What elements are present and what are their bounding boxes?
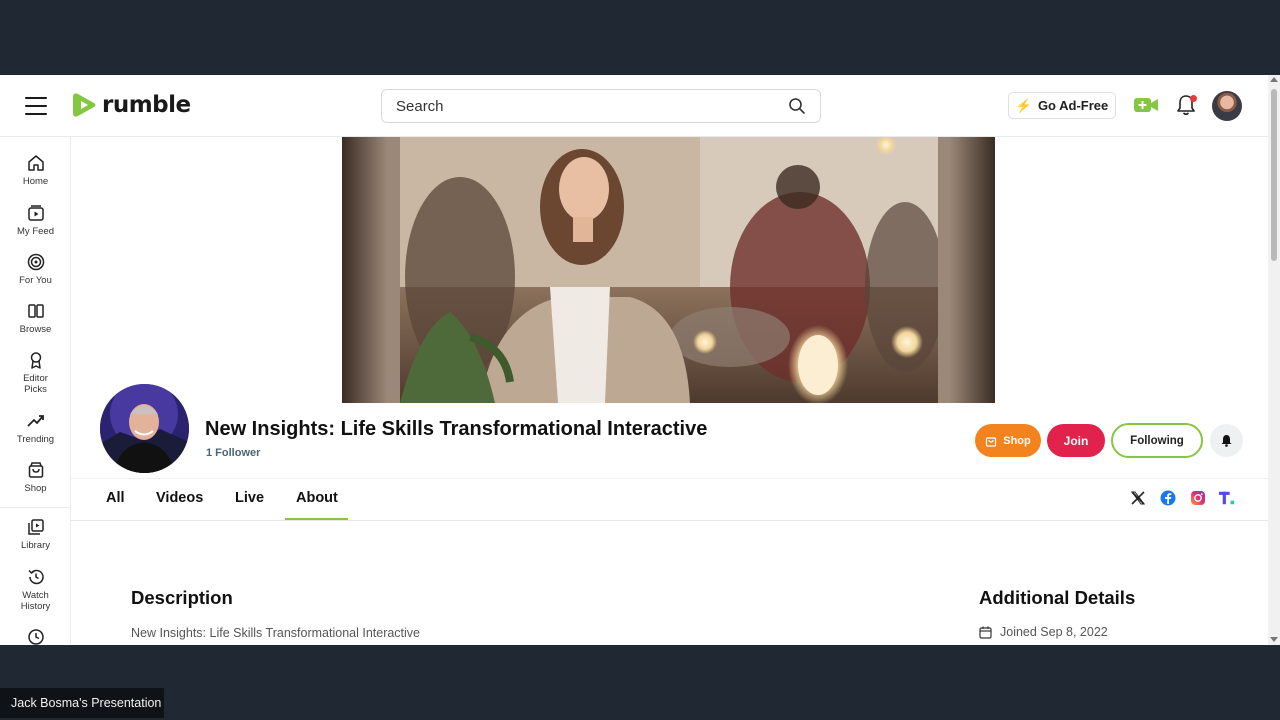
sidebar-item-editor-picks[interactable]: Editor Picks <box>0 351 71 395</box>
joined-date: Joined Sep 8, 2022 <box>979 625 1108 639</box>
shop-icon <box>28 462 43 478</box>
x-icon[interactable] <box>1130 490 1146 506</box>
sidebar-divider <box>0 507 71 508</box>
history-icon <box>27 569 44 585</box>
tab-about[interactable]: About <box>296 490 338 506</box>
sidebar-item-watch-later[interactable] <box>0 628 71 645</box>
sidebar-item-label: Trending <box>16 434 55 445</box>
go-ad-free-button[interactable]: ⚡ Go Ad-Free <box>1008 92 1116 119</box>
sidebar-item-trending[interactable]: Trending <box>0 412 71 445</box>
clock-icon <box>27 629 44 645</box>
tabs-divider-top <box>71 478 1268 479</box>
sidebar: Home My Feed For You Browse Editor Picks… <box>0 137 71 645</box>
description-heading: Description <box>131 587 233 608</box>
joined-text: Joined Sep 8, 2022 <box>1000 625 1108 639</box>
bolt-icon: ⚡ <box>1015 97 1032 113</box>
sidebar-item-library[interactable]: Library <box>0 518 71 551</box>
ribbon-icon <box>30 352 41 369</box>
page-scrollbar[interactable] <box>1268 75 1280 645</box>
shop-button-label: Shop <box>1003 434 1031 447</box>
sidebar-item-label: Browse <box>19 324 52 335</box>
scroll-down-arrow-icon[interactable] <box>1270 637 1278 642</box>
sidebar-item-label: Watch History <box>20 590 51 612</box>
browse-icon <box>27 304 44 318</box>
sidebar-item-watch-history[interactable]: Watch History <box>0 568 71 612</box>
sidebar-item-browse[interactable]: Browse <box>0 302 71 335</box>
browser-window: rumble Search ⚡ Go Ad-Free Home My Feed … <box>0 75 1280 645</box>
scroll-up-arrow-icon[interactable] <box>1270 77 1278 82</box>
scrollbar-thumb[interactable] <box>1271 89 1277 261</box>
rumble-logo[interactable]: rumble <box>70 91 191 119</box>
sidebar-item-label: My Feed <box>17 226 54 237</box>
channel-avatar-image <box>100 384 189 473</box>
channel-title: New Insights: Life Skills Transformation… <box>205 418 708 440</box>
top-navigation-bar: rumble Search ⚡ Go Ad-Free <box>0 75 1268 137</box>
join-button[interactable]: Join <box>1047 424 1105 457</box>
go-ad-free-label: Go Ad-Free <box>1037 98 1109 113</box>
sidebar-item-label: Home <box>22 176 49 187</box>
facebook-icon[interactable] <box>1160 490 1176 506</box>
presenter-name-tag: Jack Bosma's Presentation <box>0 688 164 718</box>
sidebar-item-label: Shop <box>24 483 47 494</box>
upload-video-icon[interactable] <box>1133 95 1159 115</box>
additional-details-heading: Additional Details <box>979 587 1136 608</box>
library-icon <box>27 519 44 535</box>
search-icon[interactable] <box>788 97 806 115</box>
bell-icon <box>1221 435 1232 447</box>
tab-live[interactable]: Live <box>235 490 264 506</box>
sidebar-item-label: Library <box>20 540 51 551</box>
notification-badge <box>1190 95 1197 102</box>
search-bar[interactable]: Search <box>381 89 821 123</box>
shop-button[interactable]: Shop <box>975 424 1041 457</box>
tabs-divider-bottom <box>71 520 1268 521</box>
banner-image <box>400 137 938 403</box>
target-icon <box>27 253 44 271</box>
channel-banner <box>342 137 995 403</box>
truth-social-icon[interactable] <box>1219 490 1235 506</box>
sidebar-item-my-feed[interactable]: My Feed <box>0 204 71 237</box>
follower-count: 1 Follower <box>206 447 261 459</box>
description-text: New Insights: Life Skills Transformation… <box>131 626 421 640</box>
instagram-icon[interactable] <box>1190 490 1206 506</box>
tab-videos[interactable]: Videos <box>156 490 203 506</box>
feed-icon <box>27 205 44 221</box>
logo-text: rumble <box>102 92 191 118</box>
sidebar-item-home[interactable]: Home <box>0 154 71 187</box>
banner-photo-illustration <box>400 137 938 403</box>
channel-avatar[interactable] <box>100 384 189 473</box>
channel-notification-button[interactable] <box>1210 424 1243 457</box>
hamburger-menu-icon[interactable] <box>25 97 47 115</box>
sidebar-item-shop[interactable]: Shop <box>0 461 71 494</box>
shop-bag-icon <box>986 436 997 447</box>
sidebar-item-label: For You <box>19 275 52 286</box>
rumble-play-icon <box>73 93 96 117</box>
user-avatar[interactable] <box>1212 91 1242 121</box>
home-icon <box>27 155 44 171</box>
sidebar-item-for-you[interactable]: For You <box>0 253 71 286</box>
sidebar-item-label: Editor Picks <box>23 373 48 395</box>
search-input[interactable]: Search <box>396 98 788 115</box>
following-button[interactable]: Following <box>1111 423 1203 458</box>
calendar-icon <box>979 626 992 639</box>
trending-icon <box>26 415 44 427</box>
tab-all[interactable]: All <box>106 490 125 506</box>
